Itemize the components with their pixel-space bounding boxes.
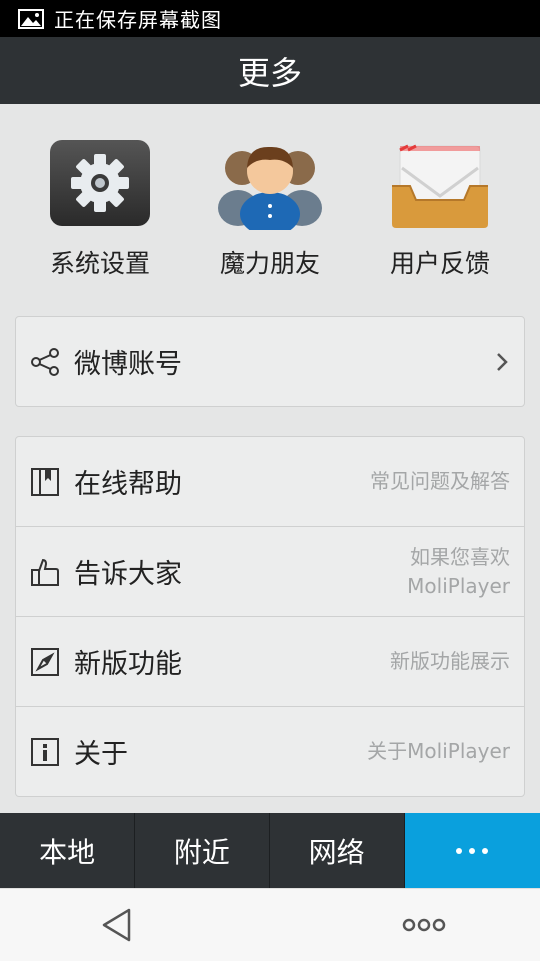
row-label: 微博账号	[74, 349, 182, 380]
row-subtitle: 如果您喜欢MoliPlayer	[407, 544, 510, 598]
gear-icon	[48, 138, 152, 230]
friends-icon	[218, 138, 322, 236]
tab-label: 网络	[308, 835, 365, 869]
system-settings-button[interactable]: 系统设置	[15, 138, 185, 283]
status-bar: 正在保存屏幕截图	[0, 0, 540, 37]
row-subtitle: 新版功能展示	[390, 649, 510, 673]
row-label: 新版功能	[74, 649, 182, 680]
about-row[interactable]: 关于 关于MoliPlayer	[16, 707, 524, 796]
row-subtitle: 关于MoliPlayer	[367, 739, 510, 763]
magic-friends-button[interactable]: 魔力朋友	[185, 138, 355, 283]
tab-label: 附近	[173, 835, 230, 869]
user-feedback-button[interactable]: 用户反馈	[355, 138, 525, 283]
tab-network[interactable]: 网络	[270, 813, 405, 888]
thumbs-up-icon	[29, 556, 61, 588]
online-help-row[interactable]: 在线帮助 常见问题及解答	[16, 437, 524, 527]
tell-everyone-row[interactable]: 告诉大家 如果您喜欢MoliPlayer	[16, 527, 524, 617]
page-header: 更多	[0, 37, 540, 104]
compass-icon	[29, 646, 61, 678]
status-text: 正在保存屏幕截图	[54, 8, 222, 32]
grid-label: 系统设置	[49, 249, 150, 278]
back-icon[interactable]	[100, 907, 134, 943]
share-icon	[29, 346, 61, 378]
row-label: 在线帮助	[74, 469, 182, 500]
book-icon	[29, 466, 61, 498]
weibo-card: 微博账号	[15, 316, 525, 407]
info-icon	[29, 736, 61, 768]
row-label: 告诉大家	[74, 559, 182, 590]
tab-more[interactable]	[404, 813, 540, 888]
new-features-row[interactable]: 新版功能 新版功能展示	[16, 617, 524, 707]
menu-list-card: 在线帮助 常见问题及解答 告诉大家 如果您喜欢MoliPlayer 新版功能 新…	[15, 436, 525, 797]
row-subtitle: 常见问题及解答	[370, 469, 510, 493]
chevron-right-icon	[494, 350, 510, 374]
page-title: 更多	[237, 53, 302, 92]
tab-label: 本地	[39, 835, 96, 869]
weibo-account-row[interactable]: 微博账号	[16, 317, 524, 406]
system-nav-bar	[0, 888, 540, 961]
mail-tray-icon	[388, 138, 492, 230]
tab-local[interactable]: 本地	[0, 813, 136, 888]
tab-nearby[interactable]: 附近	[135, 813, 270, 888]
more-dots-icon	[456, 847, 489, 854]
nav-menu-icon[interactable]	[402, 915, 446, 935]
grid-label: 用户反馈	[389, 249, 490, 278]
row-label: 关于	[74, 739, 128, 770]
image-icon	[18, 8, 44, 30]
grid-label: 魔力朋友	[219, 249, 320, 278]
feature-grid: 系统设置 魔力朋友 用户反馈	[0, 138, 540, 288]
bottom-tab-bar: 本地 附近 网络	[0, 813, 540, 888]
